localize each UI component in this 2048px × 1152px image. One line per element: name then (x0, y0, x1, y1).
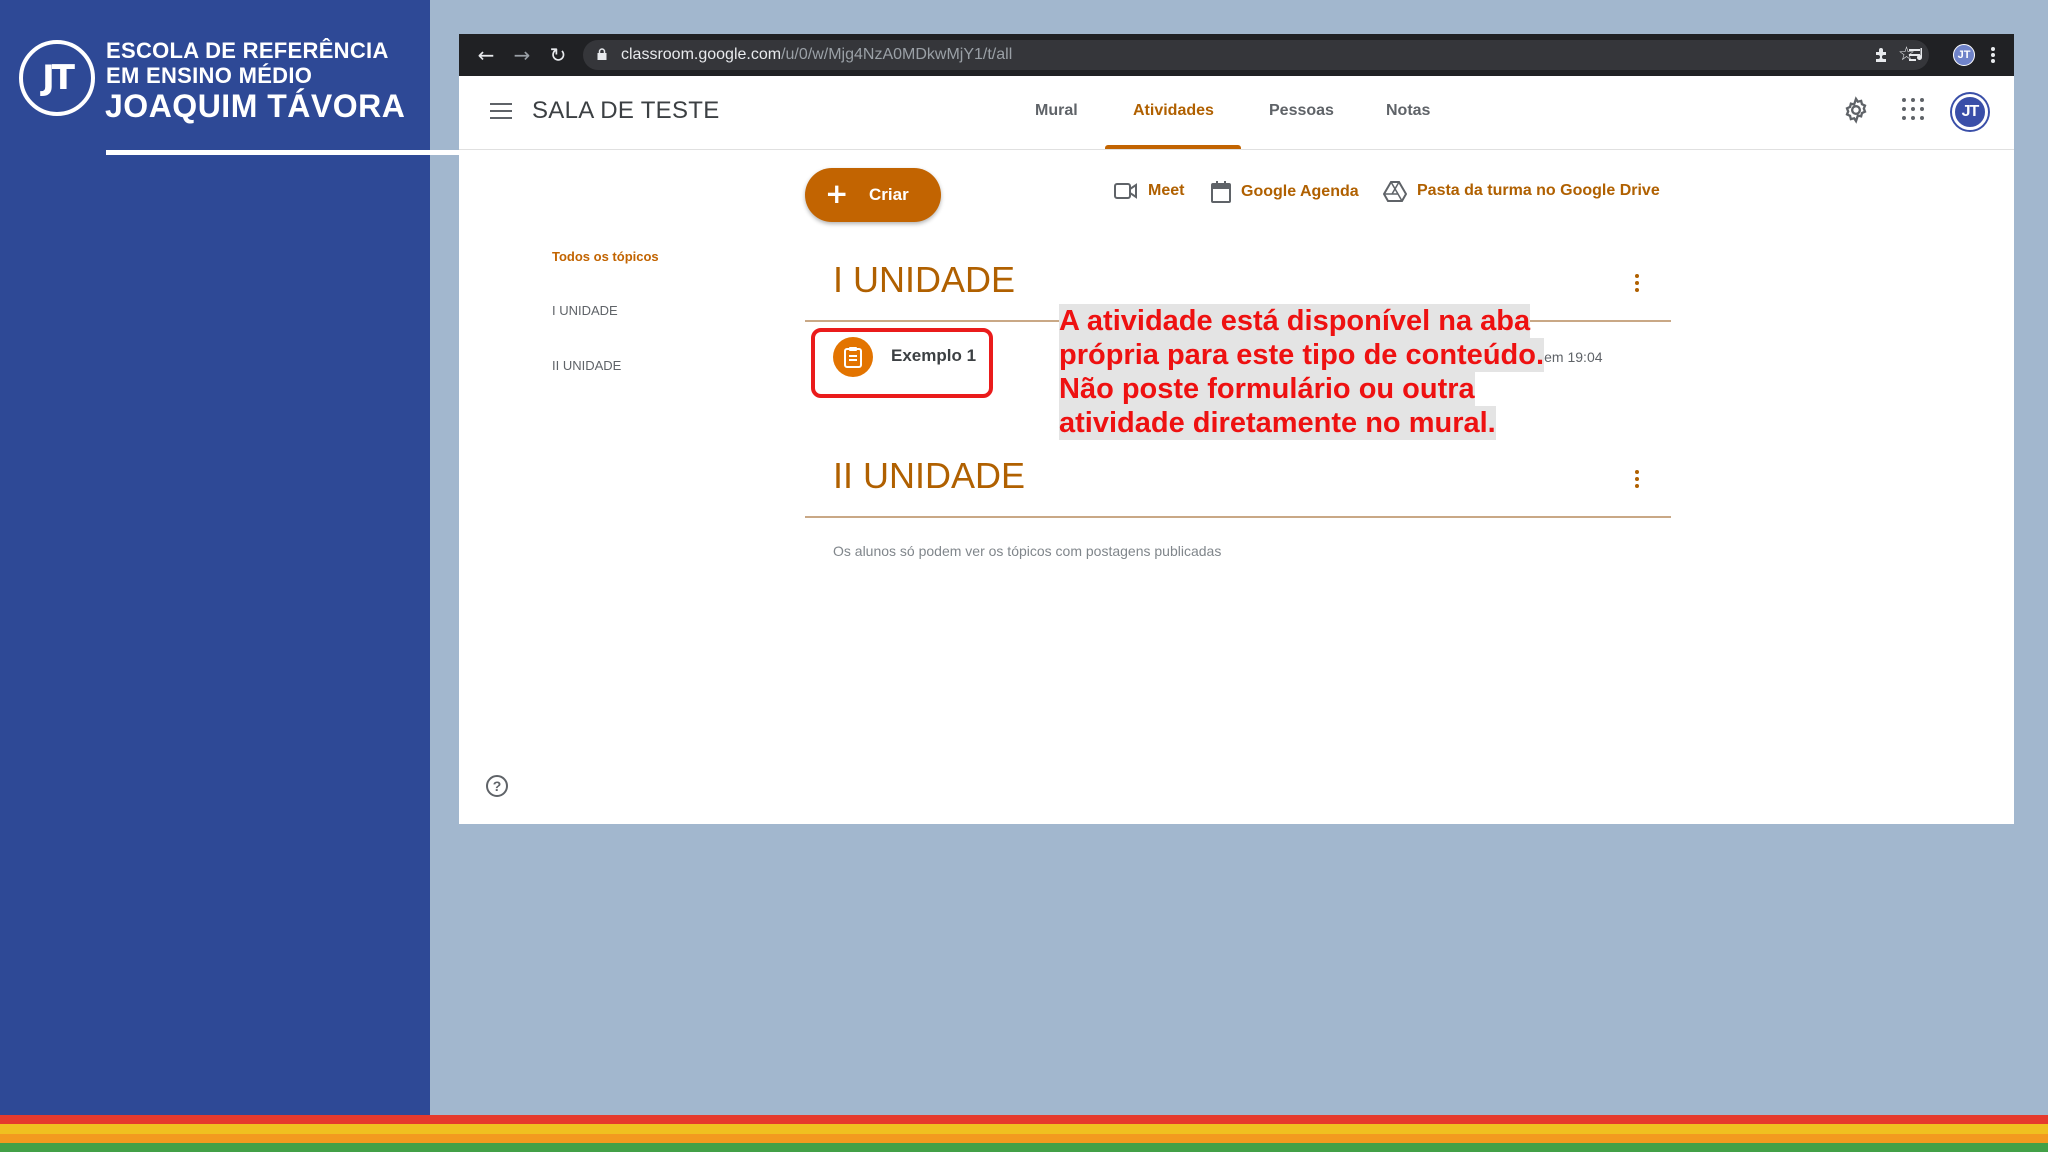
annotation-line-4: atividade diretamente no mural. (1059, 406, 1496, 440)
forward-arrow-icon[interactable]: → (510, 43, 534, 67)
drive-folder-link[interactable]: Pasta da turma no Google Drive (1383, 180, 1660, 202)
create-button-label: Criar (869, 185, 909, 204)
school-line-1: ESCOLA DE REFERÊNCIA (106, 38, 389, 63)
browser-menu-icon[interactable] (1990, 45, 1996, 65)
tab-notas[interactable]: Notas (1386, 102, 1430, 120)
topic-nav-unit-1[interactable]: I UNIDADE (552, 303, 618, 318)
tab-atividades[interactable]: Atividades (1133, 102, 1214, 120)
lock-icon (597, 48, 607, 60)
address-bar[interactable]: classroom.google.com/u/0/w/Mjg4NzA0MDkwM… (583, 40, 1929, 70)
url-path: /u/0/w/Mjg4NzA0MDkwMjY1/t/all (781, 46, 1013, 63)
stripe-red (0, 1115, 2048, 1125)
topic-nav-unit-2[interactable]: II UNIDADE (552, 358, 621, 373)
school-underline (106, 150, 460, 155)
unit-2-more-icon[interactable] (1635, 470, 1641, 491)
tab-mural[interactable]: Mural (1035, 102, 1078, 120)
meet-link-label: Meet (1148, 182, 1185, 199)
url-text: classroom.google.com/u/0/w/Mjg4NzA0MDkwM… (621, 46, 1012, 64)
stripe-green (0, 1142, 2048, 1152)
user-avatar[interactable]: JT (1952, 94, 1988, 130)
media-queue-icon[interactable] (1907, 45, 1927, 65)
assignment-title[interactable]: Exemplo 1 (891, 346, 976, 366)
stripe-orange (0, 1133, 2048, 1143)
video-camera-icon (1114, 183, 1137, 199)
annotation-line-1: A atividade está disponível na aba (1059, 304, 1531, 338)
create-button[interactable]: + Criar (805, 168, 941, 222)
annotation-line-3: Não poste formulário ou outra (1059, 372, 1475, 406)
plus-icon: + (825, 177, 849, 210)
reload-icon[interactable]: ↻ (546, 43, 570, 67)
settings-gear-icon[interactable] (1842, 96, 1870, 124)
drive-folder-link-label: Pasta da turma no Google Drive (1417, 182, 1660, 199)
unit-1-title: I UNIDADE (833, 259, 1016, 300)
school-logo: JT (19, 40, 95, 116)
topic-nav-all[interactable]: Todos os tópicos (552, 249, 659, 264)
calendar-link-label: Google Agenda (1241, 183, 1359, 200)
topics-hint: Os alunos só podem ver os tópicos com po… (833, 543, 1222, 559)
tab-pessoas[interactable]: Pessoas (1269, 102, 1334, 120)
school-name: JOAQUIM TÁVORA (105, 88, 406, 124)
url-host: classroom.google.com (621, 46, 782, 63)
google-drive-icon (1383, 181, 1407, 202)
school-line-2: EM ENSINO MÉDIO (106, 63, 313, 88)
calendar-link[interactable]: Google Agenda (1211, 181, 1359, 203)
stripe-yellow (0, 1124, 2048, 1134)
classroom-header: SALA DE TESTE Mural Atividades Pessoas N… (459, 76, 2014, 150)
unit-1-more-icon[interactable] (1635, 274, 1641, 295)
back-arrow-icon[interactable]: ← (474, 43, 498, 67)
school-side-panel (0, 0, 430, 1115)
annotation-line-2: própria para este tipo de conteúdo. (1059, 338, 1545, 372)
active-tab-indicator (1105, 145, 1241, 149)
annotation-note: A atividade está disponível na aba própr… (1059, 304, 1545, 440)
assignment-icon (833, 337, 873, 377)
calendar-icon (1211, 181, 1231, 203)
hamburger-menu-icon[interactable] (490, 103, 512, 119)
unit-2-divider (805, 516, 1671, 518)
class-title[interactable]: SALA DE TESTE (532, 97, 720, 125)
browser-window: ← → ↻ classroom.google.com/u/0/w/Mjg4NzA… (459, 34, 2014, 824)
browser-toolbar: ← → ↻ classroom.google.com/u/0/w/Mjg4NzA… (459, 34, 2014, 76)
help-icon[interactable]: ? (486, 775, 508, 797)
extensions-puzzle-icon[interactable] (1872, 45, 1892, 65)
google-apps-grid-icon[interactable] (1902, 98, 1924, 120)
browser-profile-avatar[interactable]: JT (1953, 44, 1975, 66)
unit-2-title: II UNIDADE (833, 455, 1026, 496)
meet-link[interactable]: Meet (1114, 182, 1184, 200)
color-stripes (0, 1115, 2048, 1152)
